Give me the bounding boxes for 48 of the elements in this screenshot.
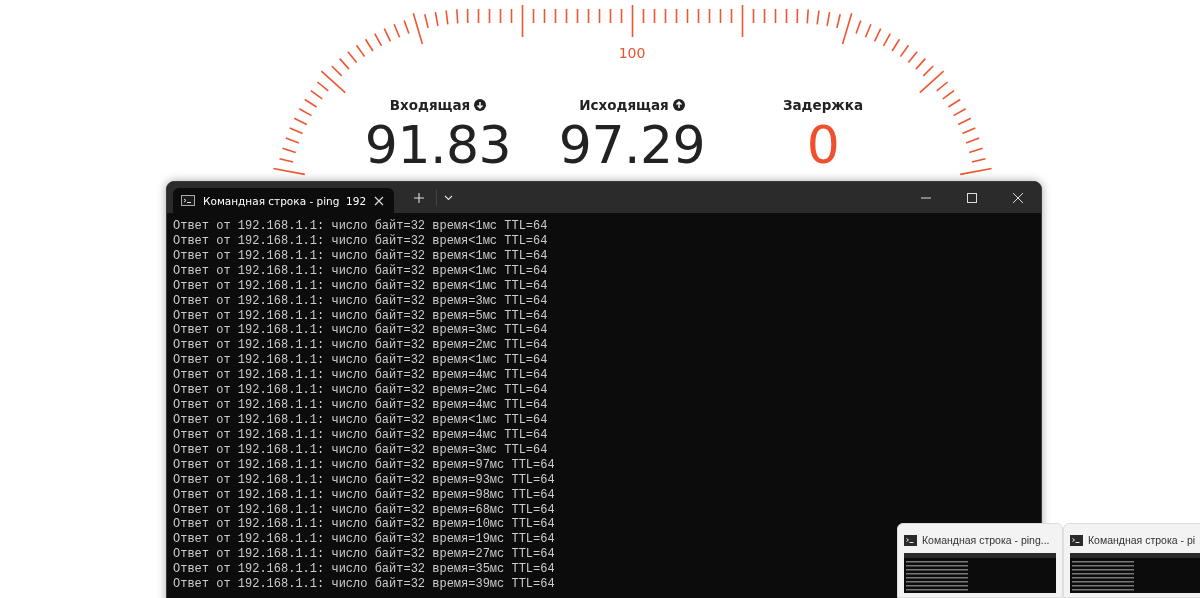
stat-label: Входящая: [389, 96, 471, 114]
console-line: Ответ от 192.168.1.1: число байт=32 время=98мс TTL=64: [173, 487, 555, 503]
terminal-icon: [181, 195, 195, 206]
console-line: Ответ от 192.168.1.1: число байт=32 время<1мс TTL=64: [173, 219, 548, 234]
tab-title: Командная строка - ping 192: [203, 194, 367, 207]
console-line: Ответ от 192.168.1.1: число байт=32 время=27мс TTL=64: [173, 547, 555, 562]
window-preview[interactable]: Командная строка - pi: [1063, 523, 1200, 598]
terminal-icon: [904, 534, 917, 546]
console-line: Ответ от 192.168.1.1: число байт=32 время=3мс TTL=64: [173, 293, 548, 309]
console-line: Ответ от 192.168.1.1: число байт=32 время=4мс TTL=64: [173, 427, 548, 443]
console-line: Ответ от 192.168.1.1: число байт=32 время=93мс TTL=64: [173, 472, 555, 488]
window-preview[interactable]: Командная строка - ping...: [897, 523, 1063, 598]
preview-title: Командная строка - ping...: [922, 534, 1050, 546]
console-line: Ответ от 192.168.1.1: число байт=32 время<1мс TTL=64: [173, 278, 548, 294]
console-line: Ответ от 192.168.1.1: число байт=32 время=2мс TTL=64: [173, 383, 548, 398]
scale-label: 100: [617, 44, 647, 62]
console-line: Ответ от 192.168.1.1: число байт=32 время<1мс TTL=64: [173, 233, 548, 249]
terminal-icon: [1070, 534, 1083, 546]
plus-icon: [414, 192, 425, 203]
close-tab-icon[interactable]: [374, 195, 385, 206]
console-line: Ответ от 192.168.1.1: число байт=32 время=35мс TTL=64: [173, 562, 555, 577]
console-line: Ответ от 192.168.1.1: число байт=32 время<1мс TTL=64: [173, 413, 548, 428]
speed-value: 97.29: [558, 114, 706, 176]
maximize-icon: [967, 192, 977, 203]
console-line: Ответ от 192.168.1.1: число байт=32 время=68мс TTL=64: [173, 502, 555, 517]
latency-value: 0: [806, 114, 840, 176]
preview-title: Командная строка - pi: [1088, 534, 1196, 546]
console-line: Ответ от 192.168.1.1: число байт=32 время=4мс TTL=64: [173, 368, 548, 383]
console-line: Ответ от 192.168.1.1: число байт=32 время=4мс TTL=64: [173, 398, 548, 413]
console-line: Ответ от 192.168.1.1: число байт=32 время=3мс TTL=64: [173, 323, 548, 338]
stat-label: Задержка: [782, 96, 864, 114]
console-line: Ответ от 192.168.1.1: число байт=32 время=5мс TTL=64: [173, 308, 548, 323]
console-line: Ответ от 192.168.1.1: число байт=32 время=19мс TTL=64: [173, 532, 555, 547]
console-line: Ответ от 192.168.1.1: число байт=32 время=2мс TTL=64: [173, 338, 548, 353]
console-line: Ответ от 192.168.1.1: число байт=32 время=97мс TTL=64: [173, 457, 555, 473]
terminal-tab[interactable]: Командная строка - ping 192: [173, 188, 395, 213]
down-arrow-icon: [474, 99, 487, 111]
chevron-down-icon: [444, 195, 454, 201]
console-line: Ответ от 192.168.1.1: число байт=32 время=10мс TTL=64: [173, 517, 555, 532]
console-line: Ответ от 192.168.1.1: число байт=32 время=39мс TTL=64: [173, 577, 555, 593]
close-icon: [1013, 192, 1023, 203]
stat-label: Исходящая: [579, 96, 669, 114]
speed-value: 91.83: [364, 114, 512, 176]
console-line: Ответ от 192.168.1.1: число байт=32 время<1мс TTL=64: [173, 353, 548, 368]
console-line: Ответ от 192.168.1.1: число байт=32 время<1мс TTL=64: [173, 248, 548, 264]
up-arrow-icon: [672, 99, 685, 111]
console-line: Ответ от 192.168.1.1: число байт=32 время=3мс TTL=64: [173, 442, 548, 458]
console-line: Ответ от 192.168.1.1: число байт=32 время<1мс TTL=64: [173, 263, 548, 279]
